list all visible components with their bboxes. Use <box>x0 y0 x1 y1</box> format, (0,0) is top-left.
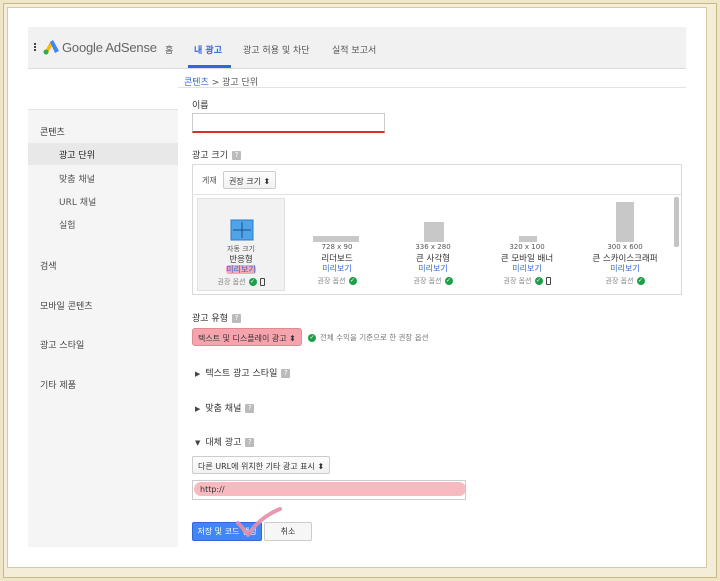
nav-allow-block-ads[interactable]: 광고 허용 및 차단 <box>243 43 310 56</box>
size-option-large-skyscraper[interactable]: 300 x 600 큰 스카이스크래퍼 미리보기 권장 옵션 ✓ <box>575 198 675 291</box>
mobile-icon <box>545 277 551 285</box>
ad-size-filter-bar: 게재 권장 크기 ⬍ <box>193 165 681 195</box>
recommended-label: 권장 옵션 ✓ <box>198 277 284 287</box>
nav-my-ads[interactable]: 내 광고 <box>194 43 222 56</box>
redaction-brush-stroke <box>194 482 466 496</box>
sidebar-section-content[interactable]: 콘텐츠 <box>40 125 65 138</box>
mobile-banner-shape <box>519 236 537 242</box>
backup-url-value: http:// <box>200 485 225 494</box>
size-preview-link[interactable]: 미리보기 <box>575 263 675 274</box>
adsense-logo-icon <box>43 40 59 55</box>
recommended-label: 권장 옵션 ✓ <box>293 276 381 286</box>
size-dimension: 336 x 280 <box>415 243 451 251</box>
name-label: 이름 <box>192 101 209 111</box>
size-dimension: 300 x 600 <box>607 243 643 251</box>
check-icon: ✓ <box>248 278 257 286</box>
expand-arrow-icon: ▶ <box>195 370 201 378</box>
sidebar-item-url-channels[interactable]: URL 채널 <box>59 195 96 208</box>
size-option-large-mobile-banner[interactable]: 320 x 100 큰 모바일 배너 미리보기 권장 옵션 ✓ <box>483 198 571 291</box>
recommended-label: 권장 옵션 ✓ <box>575 276 675 286</box>
recommended-text: 권장 옵션 <box>217 278 246 286</box>
size-preview-link[interactable]: 미리보기 <box>293 263 381 274</box>
sidebar-item-custom-channels[interactable]: 맞춤 채널 <box>59 172 95 185</box>
ad-size-label-text: 광고 크기 <box>192 151 228 161</box>
ad-size-panel: 게재 권장 크기 ⬍ 자동 크기 반응형 미리보기 권장 옵션 ✓ 728 x 9… <box>192 164 682 295</box>
text-ad-style-label: 텍스트 광고 스타일 <box>205 369 278 379</box>
leaderboard-shape <box>313 236 359 242</box>
sidebar-section-other-products[interactable]: 기타 제품 <box>40 378 76 391</box>
recommended-text: 권장 옵션 <box>503 277 532 285</box>
active-nav-indicator <box>188 65 231 68</box>
ad-type-label-text: 광고 유형 <box>192 314 228 324</box>
top-navigation-bar: Google AdSense 홈 내 광고 광고 허용 및 차단 실적 보고서 <box>28 27 686 69</box>
checkmark-annotation-icon <box>236 507 282 537</box>
text-ad-style-expander[interactable]: ▶ 텍스트 광고 스타일? <box>195 366 291 379</box>
check-icon: ✓ <box>636 277 645 285</box>
breadcrumb-divider <box>178 87 686 88</box>
backup-ads-label: 대체 광고 <box>205 438 242 448</box>
expand-arrow-icon: ▶ <box>195 405 201 413</box>
logo-text: Google AdSense <box>62 40 157 55</box>
recommended-label: 권장 옵션 ✓ <box>483 276 571 286</box>
ad-unit-name-input[interactable] <box>192 113 385 133</box>
help-icon[interactable]: ? <box>231 314 241 323</box>
backup-ads-expander[interactable]: ▼ 대체 광고? <box>195 435 255 448</box>
custom-channels-expander[interactable]: ▶ 맞춤 채널? <box>195 401 255 414</box>
size-dimension: 728 x 90 <box>321 243 353 251</box>
recommended-label: 권장 옵션 ✓ <box>389 276 477 286</box>
sidebar-section-ad-styles[interactable]: 광고 스타일 <box>40 338 84 351</box>
size-preview-link[interactable]: 미리보기 <box>198 264 284 275</box>
recommended-text: 권장 옵션 <box>605 277 634 285</box>
ad-type-note-text: 전체 수익을 기준으로 한 권장 옵션 <box>320 333 429 342</box>
sidebar-section-search[interactable]: 검색 <box>40 259 57 272</box>
sidebar: 콘텐츠 광고 단위 맞춤 채널 URL 채널 실험 검색 모바일 콘텐츠 광고 … <box>28 109 178 547</box>
large-rectangle-shape <box>424 222 444 242</box>
size-option-large-rectangle[interactable]: 336 x 280 큰 사각형 미리보기 권장 옵션 ✓ <box>389 198 477 291</box>
ad-size-label: 광고 크기? <box>192 148 241 161</box>
ad-type-select[interactable]: 텍스트 및 디스플레이 광고 ⬍ <box>192 328 302 346</box>
responsive-size-icon <box>230 219 254 241</box>
check-icon: ✓ <box>308 334 316 342</box>
help-icon[interactable]: ? <box>245 438 255 447</box>
sidebar-item-experiments[interactable]: 실험 <box>59 218 76 231</box>
nav-performance-reports[interactable]: 실적 보고서 <box>332 43 376 56</box>
collapse-arrow-icon: ▼ <box>195 439 201 447</box>
help-icon[interactable]: ? <box>231 151 241 160</box>
sidebar-section-mobile-content[interactable]: 모바일 콘텐츠 <box>40 299 93 312</box>
size-preview-link[interactable]: 미리보기 <box>483 263 571 274</box>
help-icon[interactable]: ? <box>281 369 291 378</box>
ad-type-note: ✓ 전체 수익을 기준으로 한 권장 옵션 <box>308 332 429 343</box>
help-icon[interactable]: ? <box>245 404 255 413</box>
sidebar-item-ad-units[interactable]: 광고 단위 <box>59 148 95 161</box>
size-filter-select[interactable]: 권장 크기 ⬍ <box>223 171 277 189</box>
mobile-icon <box>259 278 265 286</box>
check-icon: ✓ <box>444 277 453 285</box>
custom-channels-label: 맞춤 채널 <box>205 404 242 414</box>
backup-ads-select[interactable]: 다른 URL에 위치한 기타 광고 표시 ⬍ <box>192 456 331 474</box>
size-option-responsive[interactable]: 자동 크기 반응형 미리보기 권장 옵션 ✓ <box>197 198 285 291</box>
size-dimension: 320 x 100 <box>509 243 545 251</box>
sidebar-active-highlight <box>28 143 178 165</box>
recommended-text: 권장 옵션 <box>413 277 442 285</box>
check-icon: ✓ <box>534 277 543 285</box>
post-label: 게재 <box>202 176 217 185</box>
ad-type-label: 광고 유형? <box>192 311 241 324</box>
recommended-text: 권장 옵션 <box>317 277 346 285</box>
check-icon: ✓ <box>348 277 357 285</box>
app-menu-icon[interactable] <box>34 43 37 53</box>
size-preview-text: 미리보기 <box>226 265 256 274</box>
size-option-leaderboard[interactable]: 728 x 90 리더보드 미리보기 권장 옵션 ✓ <box>293 198 381 291</box>
adsense-screen: Google AdSense 홈 내 광고 광고 허용 및 차단 실적 보고서 … <box>28 27 686 547</box>
nav-home[interactable]: 홈 <box>165 43 173 56</box>
size-preview-link[interactable]: 미리보기 <box>389 263 477 274</box>
skyscraper-shape <box>616 202 634 242</box>
